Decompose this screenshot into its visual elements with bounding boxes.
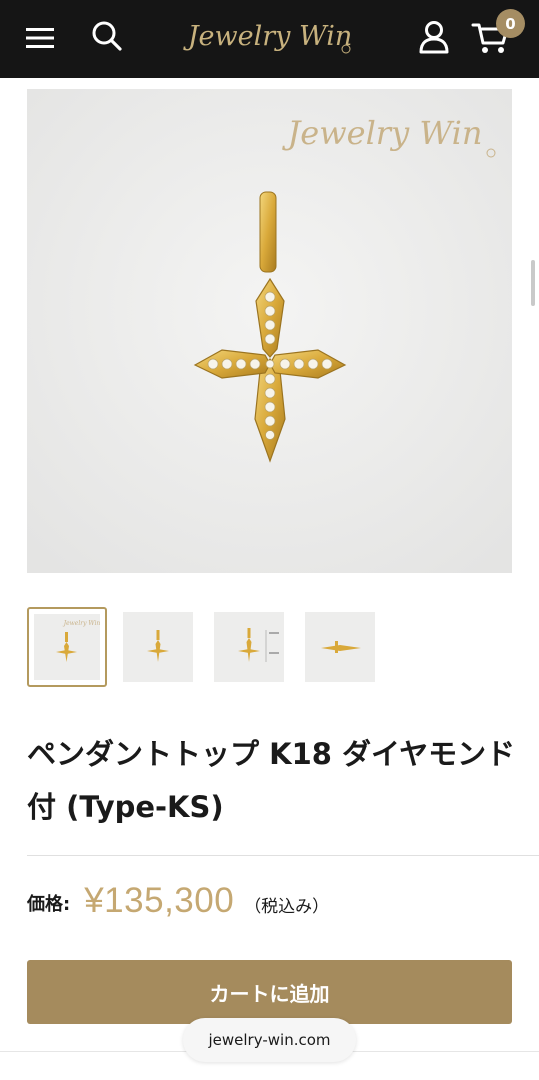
product-main-image[interactable]: Jewelry Win <box>27 89 512 573</box>
divider <box>27 855 539 856</box>
product-title: ペンダントトップ K18 ダイヤモンド付 (Type-KS) <box>27 737 516 824</box>
thumbnail-1[interactable]: Jewelry Win <box>27 607 107 687</box>
thumbnail-3[interactable] <box>214 612 284 682</box>
cart-count-badge: 0 <box>496 9 525 38</box>
account-icon[interactable] <box>414 17 454 57</box>
svg-text:Jewelry Win: Jewelry Win <box>62 620 100 627</box>
image-watermark: Jewelry Win <box>281 114 482 152</box>
browser-url-bar[interactable]: jewelry-win.com <box>183 1018 356 1062</box>
page-scrollbar[interactable] <box>531 260 535 306</box>
thumbnail-2[interactable] <box>123 612 193 682</box>
tax-note: （税込み） <box>244 896 330 917</box>
price-label: 価格: <box>27 894 71 915</box>
thumbnail-4[interactable] <box>305 612 375 682</box>
site-logo[interactable]: Jewelry Win <box>170 12 370 62</box>
price-value: ¥135,300 <box>84 881 235 920</box>
menu-icon[interactable] <box>22 20 58 56</box>
search-icon[interactable] <box>88 17 126 55</box>
price-row: 価格: ¥135,300 （税込み） <box>27 876 329 926</box>
logo-text: Jewelry Win <box>183 21 353 52</box>
site-header: Jewelry Win 0 <box>0 0 539 78</box>
add-to-cart-button[interactable]: カートに追加 <box>27 960 512 1024</box>
